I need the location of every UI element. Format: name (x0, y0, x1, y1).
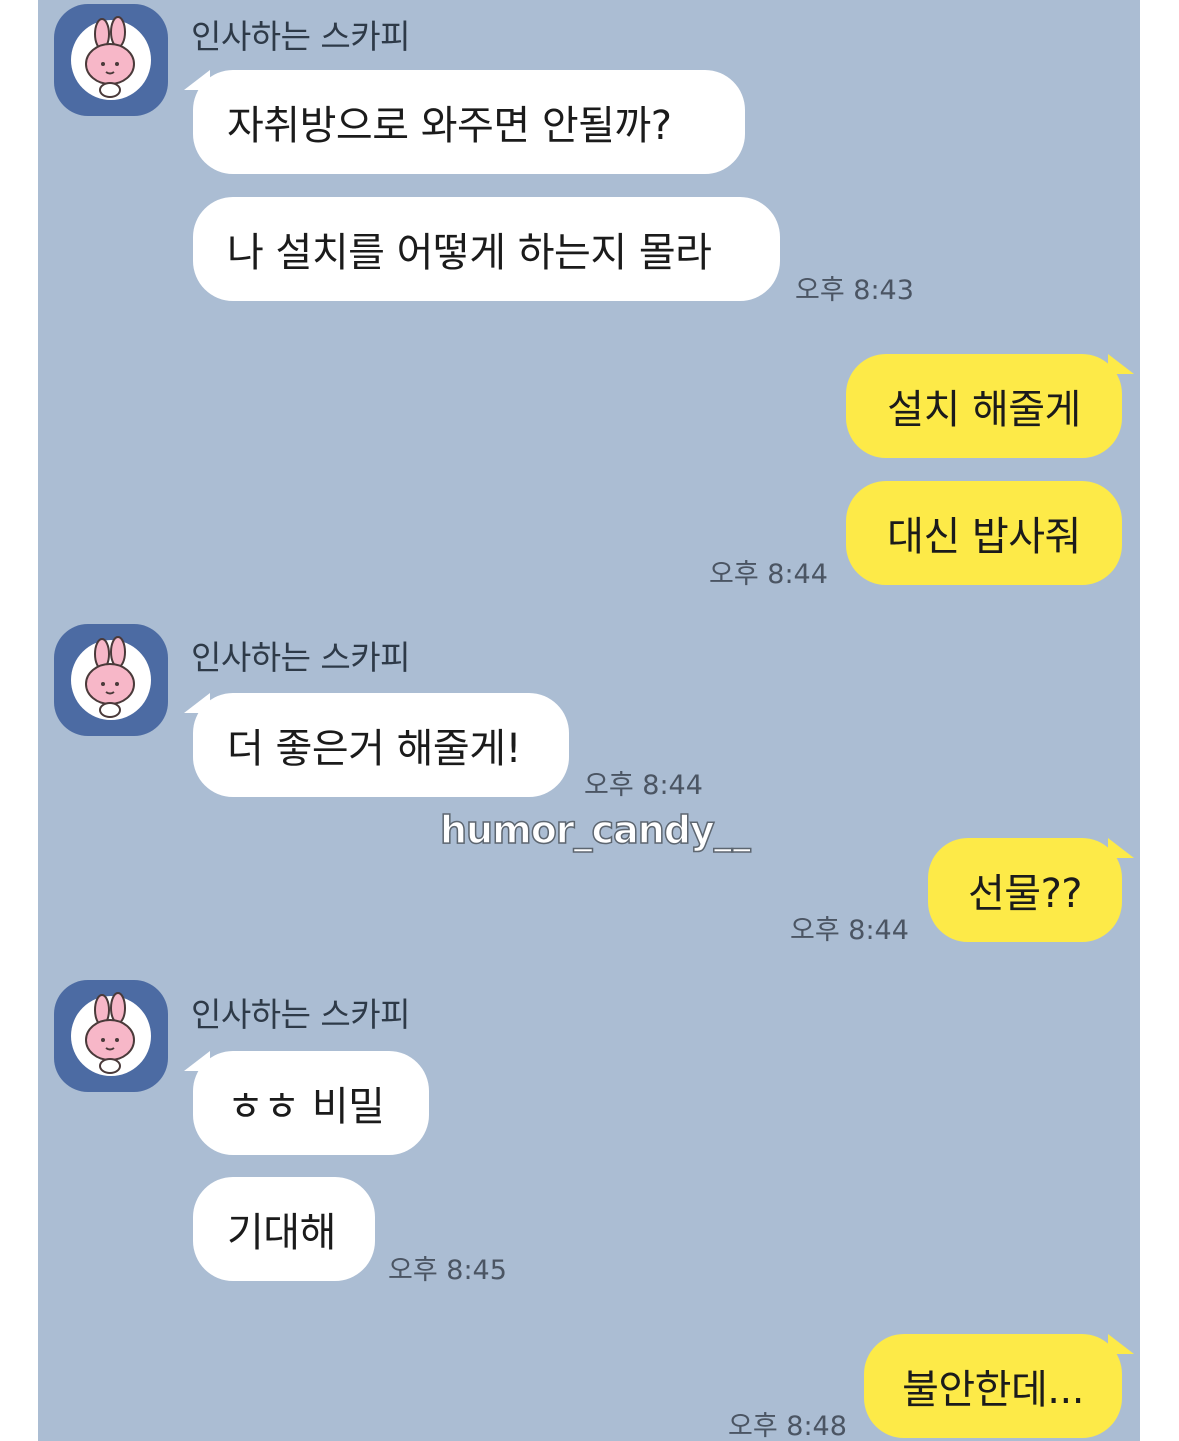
message-time: 오후 8:44 (584, 770, 703, 801)
message-bubble-incoming[interactable]: ㅎㅎ 비밀 (193, 1051, 429, 1155)
message-bubble-outgoing[interactable]: 대신 밥사줘 (846, 481, 1122, 585)
message-bubble-outgoing[interactable]: 불안한데... (864, 1334, 1122, 1438)
message-time: 오후 8:44 (709, 559, 828, 590)
avatar[interactable] (54, 4, 168, 116)
bunny-avatar-icon (71, 992, 151, 1076)
watermark: humor_candy__ (439, 807, 751, 853)
chat-view[interactable]: 인사하는 스카피 자취방으로 와주면 안될까? 나 설치를 어떻게 하는지 몰라… (38, 0, 1140, 1441)
message-bubble-incoming[interactable]: 기대해 (193, 1177, 375, 1281)
message-bubble-incoming[interactable]: 자취방으로 와주면 안될까? (193, 70, 745, 174)
message-time: 오후 8:48 (728, 1411, 847, 1441)
bunny-avatar-icon (71, 636, 151, 720)
sender-name: 인사하는 스카피 (191, 638, 411, 677)
message-bubble-incoming[interactable]: 나 설치를 어떻게 하는지 몰라 (193, 197, 780, 301)
bunny-avatar-icon (71, 16, 151, 100)
message-time: 오후 8:43 (795, 275, 914, 306)
message-bubble-outgoing[interactable]: 설치 해줄게 (846, 354, 1122, 458)
message-bubble-outgoing[interactable]: 선물?? (928, 838, 1122, 942)
message-bubble-incoming[interactable]: 더 좋은거 해줄게! (193, 693, 569, 797)
sender-name: 인사하는 스카피 (191, 17, 411, 56)
avatar[interactable] (54, 980, 168, 1092)
avatar[interactable] (54, 624, 168, 736)
message-time: 오후 8:44 (790, 915, 909, 946)
sender-name: 인사하는 스카피 (191, 995, 411, 1034)
message-time: 오후 8:45 (388, 1255, 507, 1286)
